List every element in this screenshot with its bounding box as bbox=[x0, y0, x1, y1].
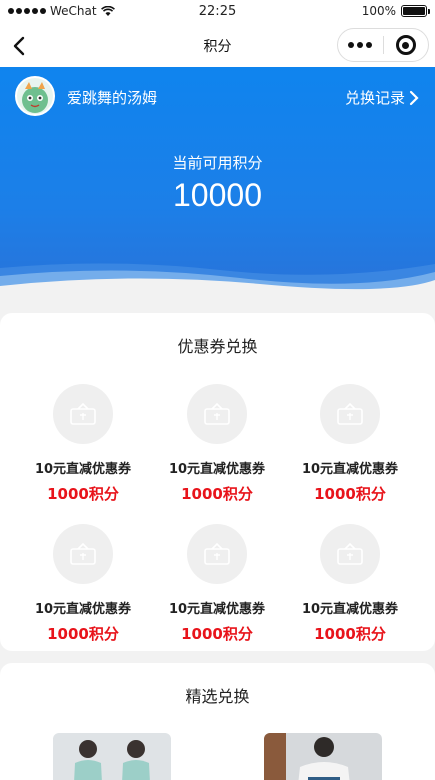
more-icon[interactable] bbox=[338, 42, 383, 48]
exchange-record-label: 兑换记录 bbox=[344, 89, 405, 107]
coupon-cost: 1000积分 bbox=[314, 485, 386, 503]
miniprogram-capsule bbox=[337, 28, 429, 62]
battery-percent: 100% bbox=[361, 4, 396, 18]
avatar[interactable] bbox=[15, 76, 55, 116]
coupon-name: 10元直减优惠券 bbox=[34, 602, 132, 617]
username: 爱跳舞的汤姆 bbox=[67, 89, 158, 107]
coupon-name: 10元直减优惠券 bbox=[168, 602, 266, 617]
coupon-name: 10元直减优惠券 bbox=[301, 462, 399, 477]
coupon-icon bbox=[187, 384, 247, 444]
coupon-item[interactable]: 10元直减优惠券 1000积分 bbox=[157, 524, 277, 644]
coupon-section-title: 优惠券兑换 bbox=[177, 337, 258, 356]
coupon-item[interactable]: 10元直减优惠券 1000积分 bbox=[290, 384, 410, 504]
product-image[interactable] bbox=[264, 733, 382, 780]
coupon-name: 10元直减优惠券 bbox=[301, 602, 399, 617]
coupon-icon bbox=[53, 524, 113, 584]
coupon-icon bbox=[53, 384, 113, 444]
featured-section-title: 精选兑换 bbox=[185, 687, 250, 706]
coupon-cost: 1000积分 bbox=[314, 625, 386, 643]
featured-exchange-card: 精选兑换 bbox=[0, 663, 435, 780]
nav-bar: 积分 bbox=[0, 24, 435, 67]
coupon-item[interactable]: 10元直减优惠券 1000积分 bbox=[157, 384, 277, 504]
coupon-item[interactable]: 10元直减优惠券 1000积分 bbox=[23, 384, 143, 504]
coupon-cost: 1000积分 bbox=[181, 485, 253, 503]
battery-icon bbox=[401, 5, 430, 17]
points-header: 爱跳舞的汤姆 兑换记录 当前可用积分 10000 bbox=[0, 67, 435, 300]
coupon-name: 10元直减优惠券 bbox=[168, 462, 266, 477]
coupon-icon bbox=[187, 524, 247, 584]
coupon-name: 10元直减优惠券 bbox=[34, 462, 132, 477]
avatar-image bbox=[22, 82, 48, 113]
coupon-cost: 1000积分 bbox=[181, 625, 253, 643]
exchange-record-link[interactable]: 兑换记录 bbox=[345, 87, 419, 108]
points-label: 当前可用积分 bbox=[172, 154, 263, 172]
coupon-cost: 1000积分 bbox=[47, 485, 119, 503]
product-image[interactable] bbox=[53, 733, 171, 780]
coupon-icon bbox=[320, 384, 380, 444]
chevron-right-icon bbox=[409, 90, 419, 105]
status-bar: WeChat 22:25 100% bbox=[0, 0, 435, 24]
coupon-icon bbox=[320, 524, 380, 584]
coupon-item[interactable]: 10元直减优惠券 1000积分 bbox=[290, 524, 410, 644]
points-value: 10000 bbox=[173, 177, 262, 213]
miniprogram-close-icon[interactable] bbox=[384, 35, 429, 55]
coupon-item[interactable]: 10元直减优惠券 1000积分 bbox=[23, 524, 143, 644]
coupon-exchange-card: 优惠券兑换 10元直减优惠券 1000积分 10元直减优惠券 1000积分 10… bbox=[0, 313, 435, 651]
header-wave bbox=[0, 263, 435, 300]
coupon-cost: 1000积分 bbox=[47, 625, 119, 643]
